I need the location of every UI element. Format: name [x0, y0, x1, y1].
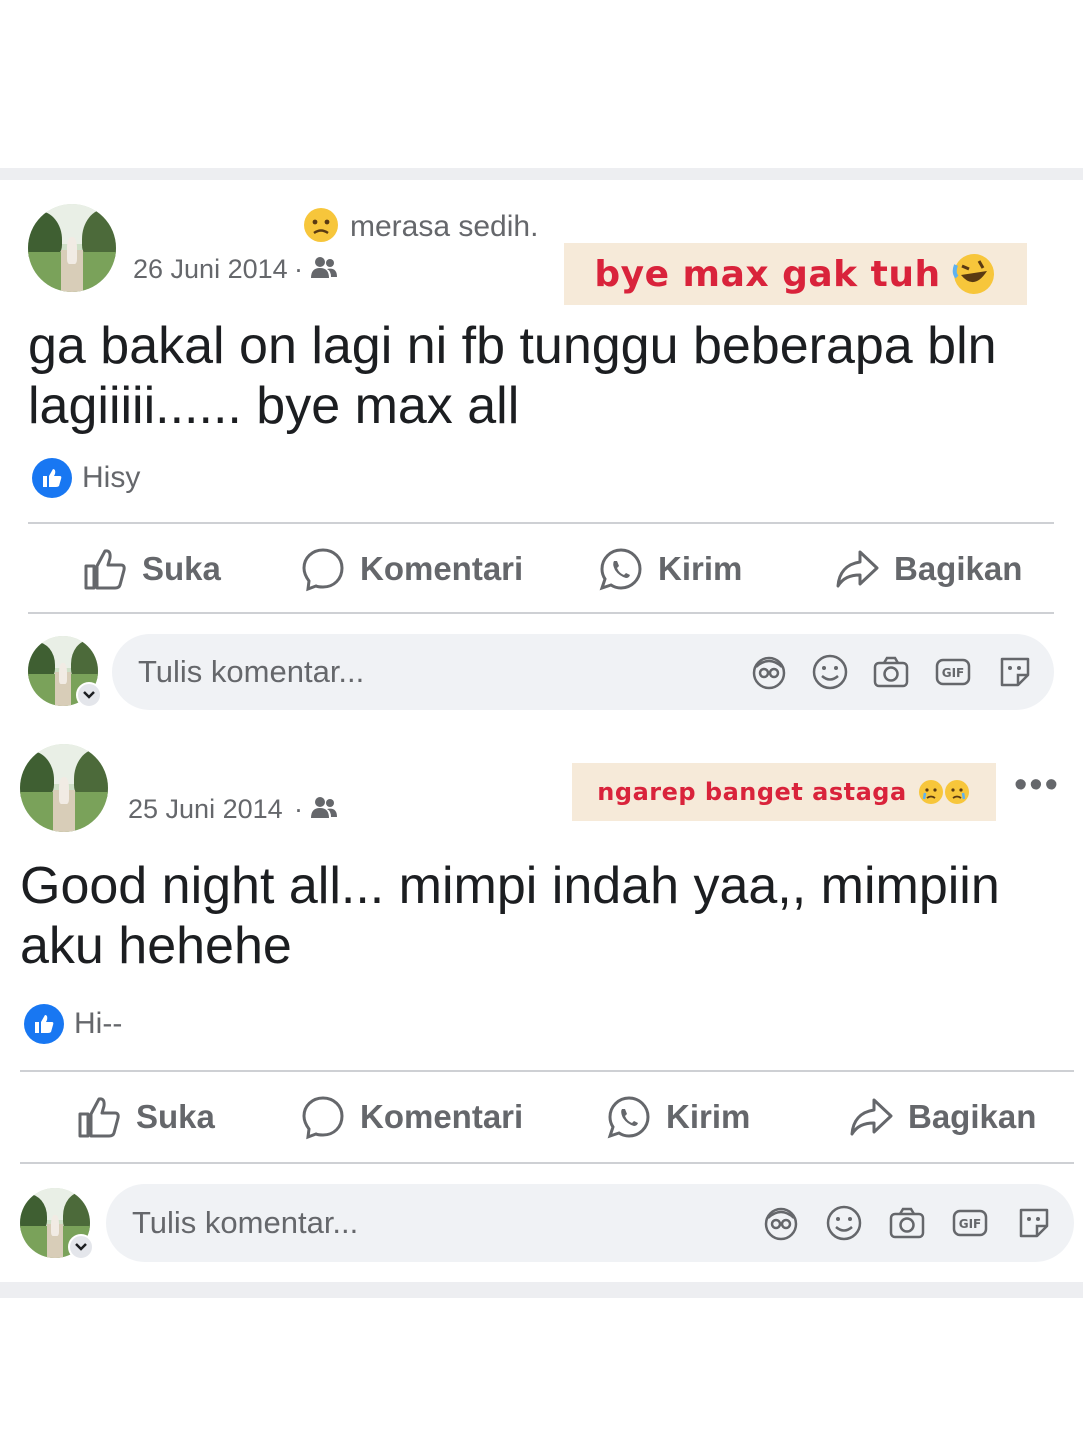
comment-bubble-icon — [302, 1096, 344, 1140]
chevron-down-icon[interactable] — [68, 1234, 94, 1260]
post-text: Good night all... mimpi indah yaa,, mimp… — [20, 857, 1000, 975]
emoji-icon[interactable] — [811, 653, 849, 691]
sticker-icon[interactable] — [996, 653, 1034, 691]
post-date[interactable]: 26 Juni 2014 — [133, 254, 288, 285]
friends-icon — [311, 797, 337, 818]
reactor-name: Hisy — [82, 461, 141, 494]
send-label: Kirim — [666, 1098, 751, 1135]
whatsapp-icon — [607, 1096, 650, 1139]
comment-input[interactable]: Tulis komentar... GIF — [112, 634, 1054, 710]
post-card: 25 Juni 2014 · ngarep banget astaga ••• … — [0, 728, 1083, 1280]
like-label: Suka — [142, 550, 221, 587]
author-avatar[interactable] — [20, 744, 108, 832]
send-label: Kirim — [658, 550, 743, 587]
sticker-text: bye max gak tuh — [594, 253, 941, 295]
reactor-name: Hi-- — [74, 1007, 123, 1040]
gif-icon[interactable]: GIF — [951, 1204, 989, 1242]
like-reaction-icon — [24, 1004, 64, 1044]
more-options-button[interactable]: ••• — [1014, 766, 1060, 804]
divider — [28, 612, 1054, 614]
feeling-text: merasa sedih. — [350, 210, 539, 243]
crying-emoji-icon — [918, 780, 969, 804]
reaction-summary[interactable]: Hi-- — [24, 1004, 122, 1044]
share-arrow-icon — [850, 1098, 893, 1136]
chevron-down-icon[interactable] — [76, 682, 102, 708]
commenter-avatar[interactable] — [28, 636, 102, 708]
gif-icon[interactable]: GIF — [934, 653, 972, 691]
comment-label: Komentari — [360, 1098, 524, 1135]
avatar-sticker-icon[interactable] — [750, 653, 788, 691]
laughing-emoji-icon — [952, 254, 994, 294]
thumbs-up-icon — [84, 549, 126, 590]
date-separator: · — [294, 254, 303, 284]
send-button[interactable]: Kirim — [606, 1094, 750, 1140]
like-button[interactable]: Suka — [82, 546, 221, 592]
like-reaction-icon — [32, 458, 72, 498]
reaction-summary[interactable]: Hisy — [32, 458, 140, 498]
share-label: Bagikan — [894, 550, 1023, 587]
svg-text:GIF: GIF — [942, 666, 965, 680]
author-avatar[interactable] — [28, 204, 116, 292]
emoji-icon[interactable] — [825, 1204, 863, 1242]
post-date[interactable]: 25 Juni 2014 — [128, 794, 283, 825]
caption-sticker: ngarep banget astaga — [572, 763, 996, 821]
sad-face-emoji-icon — [304, 208, 338, 242]
comment-bubble-icon — [302, 548, 344, 592]
post-card: merasa sedih. 26 Juni 2014 · bye max gak… — [0, 180, 1083, 720]
avatar-sticker-icon[interactable] — [762, 1204, 800, 1242]
feed-background-bottom — [0, 1282, 1083, 1298]
share-button[interactable]: Bagikan — [834, 546, 1022, 592]
divider — [20, 1162, 1074, 1164]
thumbs-up-icon — [78, 1097, 120, 1138]
svg-text:GIF: GIF — [959, 1217, 982, 1231]
sticker-icon[interactable] — [1015, 1204, 1053, 1242]
comment-button[interactable]: Komentari — [300, 1094, 523, 1140]
like-button[interactable]: Suka — [76, 1094, 215, 1140]
camera-icon[interactable] — [888, 1204, 926, 1242]
feed-background-top — [0, 168, 1083, 180]
comment-label: Komentari — [360, 550, 524, 587]
whatsapp-icon — [599, 548, 642, 591]
share-arrow-icon — [836, 550, 879, 588]
comment-input[interactable]: Tulis komentar... GIF — [106, 1184, 1074, 1262]
comment-button[interactable]: Komentari — [300, 546, 523, 592]
like-label: Suka — [136, 1098, 215, 1135]
share-label: Bagikan — [908, 1098, 1037, 1135]
caption-sticker: bye max gak tuh — [564, 243, 1027, 305]
sticker-text: ngarep banget astaga — [597, 778, 907, 806]
comment-placeholder: Tulis komentar... — [138, 654, 365, 689]
send-button[interactable]: Kirim — [598, 546, 742, 592]
share-button[interactable]: Bagikan — [848, 1094, 1036, 1140]
commenter-avatar[interactable] — [20, 1188, 94, 1260]
divider — [20, 1070, 1074, 1072]
camera-icon[interactable] — [872, 653, 910, 691]
comment-placeholder: Tulis komentar... — [132, 1205, 359, 1240]
friends-icon — [311, 257, 337, 278]
divider — [28, 522, 1054, 524]
post-text: ga bakal on lagi ni fb tunggu beberapa b… — [28, 317, 997, 435]
date-separator: · — [294, 794, 303, 824]
